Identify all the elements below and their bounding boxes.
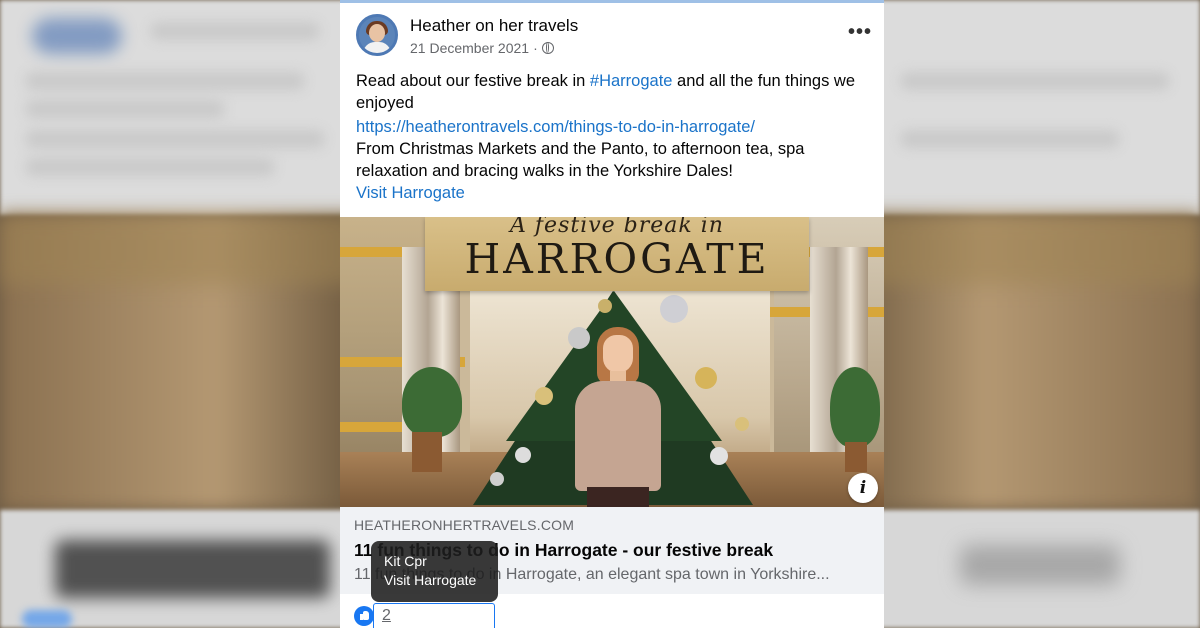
post-text-intro: Read about our festive break in bbox=[356, 72, 590, 90]
focus-ring bbox=[373, 603, 495, 628]
info-icon[interactable]: i bbox=[848, 473, 878, 503]
post-text-body: From Christmas Markets and the Panto, to… bbox=[356, 140, 805, 180]
page-avatar[interactable] bbox=[356, 14, 398, 56]
post-date[interactable]: 21 December 2021 bbox=[410, 40, 529, 56]
link-preview-image[interactable]: A festive break in HARROGATE i bbox=[340, 217, 884, 507]
globe-icon bbox=[541, 42, 554, 54]
card-top-border bbox=[340, 0, 884, 3]
post-header: Heather on her travels 21 December 2021 … bbox=[356, 14, 872, 62]
page-name-link[interactable]: Heather on her travels bbox=[410, 16, 578, 36]
post-message: Read about our festive break in #Harroga… bbox=[356, 70, 876, 204]
article-url-link[interactable]: https://heatherontravels.com/things-to-d… bbox=[356, 118, 755, 136]
tooltip-name-1: Kit Cpr bbox=[384, 553, 427, 569]
tooltip-name-2: Visit Harrogate bbox=[384, 572, 477, 588]
hashtag-link[interactable]: #Harrogate bbox=[590, 72, 673, 90]
reactions-bar[interactable]: 2 bbox=[354, 604, 391, 628]
preview-banner: A festive break in HARROGATE bbox=[425, 217, 809, 291]
woman-in-photo bbox=[567, 327, 667, 507]
mention-link[interactable]: Visit Harrogate bbox=[356, 184, 465, 202]
link-domain: HEATHERONHERTRAVELS.COM bbox=[354, 517, 575, 533]
more-options-icon[interactable]: ••• bbox=[848, 22, 872, 42]
meta-separator: · bbox=[533, 40, 538, 56]
reactions-tooltip: Kit Cpr Visit Harrogate bbox=[371, 541, 498, 602]
like-icon bbox=[354, 606, 374, 626]
facebook-post-card: Heather on her travels 21 December 2021 … bbox=[340, 0, 884, 628]
banner-title: HARROGATE bbox=[464, 235, 770, 283]
reaction-count[interactable]: 2 bbox=[382, 607, 391, 625]
post-meta: 21 December 2021 · bbox=[410, 40, 554, 56]
